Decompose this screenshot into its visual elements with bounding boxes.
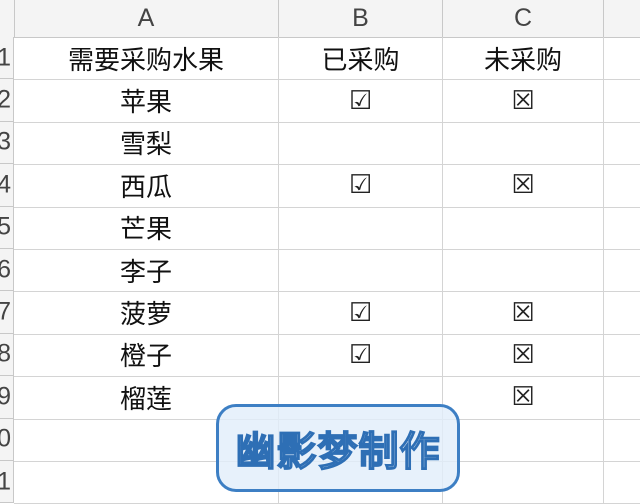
row-header[interactable]: 2 [0, 79, 14, 122]
row-number: 4 [0, 170, 11, 199]
checked-box-icon[interactable]: ☑ [279, 79, 442, 121]
crossed-box-icon[interactable]: ☒ [443, 334, 603, 376]
row-number: 2 [0, 86, 11, 115]
row-header[interactable]: 9 [0, 376, 14, 419]
checked-box-icon[interactable]: ☑ [279, 164, 442, 206]
column-header-d[interactable] [604, 0, 640, 37]
column-header-c[interactable]: C [443, 0, 604, 37]
cell-c10[interactable] [443, 419, 603, 461]
row-number: 11 [0, 467, 11, 496]
row-header[interactable]: 3 [0, 121, 14, 165]
row-header[interactable]: 4 [0, 164, 14, 207]
cell-b6[interactable] [279, 249, 442, 291]
row-number: 1 [0, 43, 11, 72]
row-number: 5 [0, 213, 11, 242]
row-header[interactable]: 10 [0, 418, 14, 461]
row-number: 10 [0, 425, 11, 454]
column-header-a[interactable]: A [14, 0, 279, 37]
row-header[interactable]: 11 [0, 461, 14, 504]
row-number: 8 [0, 340, 11, 369]
cell-c6[interactable] [443, 249, 603, 291]
row-header[interactable]: 5 [0, 206, 14, 249]
cell-b3[interactable] [279, 122, 442, 164]
row-number: 6 [0, 255, 11, 284]
row-header[interactable]: 6 [0, 249, 14, 292]
gridline-vertical [603, 37, 604, 504]
watermark-badge: 幽影梦制作 [216, 404, 460, 492]
crossed-box-icon[interactable]: ☒ [443, 164, 603, 206]
row-header[interactable]: 8 [0, 333, 14, 377]
row-number: 3 [0, 128, 11, 157]
crossed-box-icon[interactable]: ☒ [443, 291, 603, 333]
cell-c11[interactable] [443, 461, 603, 503]
crossed-box-icon[interactable]: ☒ [443, 79, 603, 121]
row-header[interactable]: 7 [0, 291, 14, 334]
cell-b1[interactable]: 已采购 [279, 37, 442, 79]
cell-a5[interactable]: 芒果 [14, 207, 278, 249]
checked-box-icon[interactable]: ☑ [279, 291, 442, 333]
row-number: 9 [0, 382, 11, 411]
cell-a8[interactable]: 橙子 [14, 334, 278, 376]
cell-a4[interactable]: 西瓜 [14, 164, 278, 206]
column-header-b[interactable]: B [279, 0, 443, 37]
cell-c3[interactable] [443, 122, 603, 164]
column-header-row: A B C [0, 0, 640, 38]
cell-a1[interactable]: 需要采购水果 [14, 37, 278, 79]
row-number: 7 [0, 298, 11, 327]
checked-box-icon[interactable]: ☑ [279, 334, 442, 376]
cell-b5[interactable] [279, 207, 442, 249]
cell-a6[interactable]: 李子 [14, 249, 278, 291]
select-all-corner[interactable] [0, 0, 15, 37]
row-header[interactable]: 1 [0, 37, 14, 80]
crossed-box-icon[interactable]: ☒ [443, 376, 603, 418]
cell-a7[interactable]: 菠萝 [14, 291, 278, 333]
cell-c1[interactable]: 未采购 [443, 37, 603, 79]
cell-c5[interactable] [443, 207, 603, 249]
cell-a3[interactable]: 雪梨 [14, 122, 278, 164]
cell-a2[interactable]: 苹果 [14, 79, 278, 121]
